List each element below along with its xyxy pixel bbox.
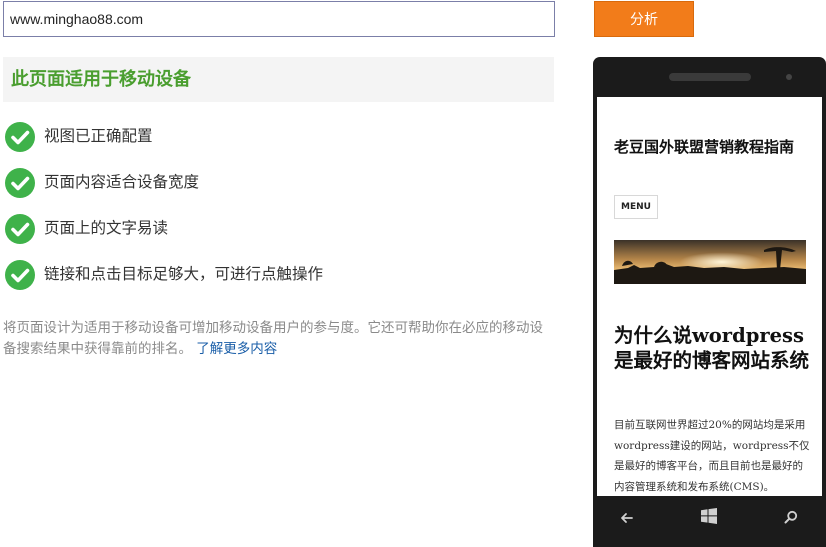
- menu-button[interactable]: MENU: [614, 195, 658, 219]
- check-item: 链接和点击目标足够大，可进行点触操作: [4, 257, 549, 303]
- check-label: 链接和点击目标足够大，可进行点触操作: [44, 265, 324, 283]
- windows-logo-icon[interactable]: [701, 508, 717, 524]
- phone-speaker: [669, 73, 751, 81]
- check-item: 页面上的文字易读: [4, 211, 549, 257]
- phone-camera: [786, 74, 792, 80]
- check-item: 页面内容适合设备宽度: [4, 165, 549, 211]
- analyze-button[interactable]: 分析: [594, 1, 694, 37]
- learn-more-link[interactable]: 了解更多内容: [196, 341, 277, 357]
- check-circle-icon: [5, 260, 35, 290]
- check-item: 视图已正确配置: [4, 119, 549, 165]
- search-icon[interactable]: [784, 510, 798, 524]
- check-label: 页面内容适合设备宽度: [44, 173, 200, 191]
- back-arrow-icon[interactable]: [620, 511, 634, 525]
- check-label: 页面上的文字易读: [44, 219, 169, 237]
- sunset-banner-image: [614, 240, 806, 284]
- check-circle-icon: [5, 122, 35, 152]
- check-list: 视图已正确配置 页面内容适合设备宽度 页面上的文字易读 链接和点击目标足够大，可…: [4, 119, 549, 303]
- result-description: 将页面设计为适用于移动设备可增加移动设备用户的参与度。它还可帮助你在必应的移动设…: [3, 318, 555, 360]
- check-label: 视图已正确配置: [44, 127, 153, 145]
- site-title: 老豆国外联盟营销教程指南: [614, 138, 795, 156]
- phone-preview: 老豆国外联盟营销教程指南 MENU 为什么说wordpress是最好的博客网站系…: [593, 57, 826, 547]
- phone-screen: 老豆国外联盟营销教程指南 MENU 为什么说wordpress是最好的博客网站系…: [597, 97, 822, 496]
- check-circle-icon: [5, 168, 35, 198]
- url-input[interactable]: [3, 1, 555, 37]
- post-title: 为什么说wordpress是最好的博客网站系统: [614, 324, 810, 372]
- phone-nav-bar: [593, 496, 826, 547]
- post-excerpt: 目前互联网世界超过20%的网站均是采用wordpress建设的网站，wordpr…: [614, 419, 810, 493]
- result-banner: 此页面适用于移动设备: [3, 57, 554, 102]
- result-title: 此页面适用于移动设备: [11, 69, 191, 90]
- check-circle-icon: [5, 214, 35, 244]
